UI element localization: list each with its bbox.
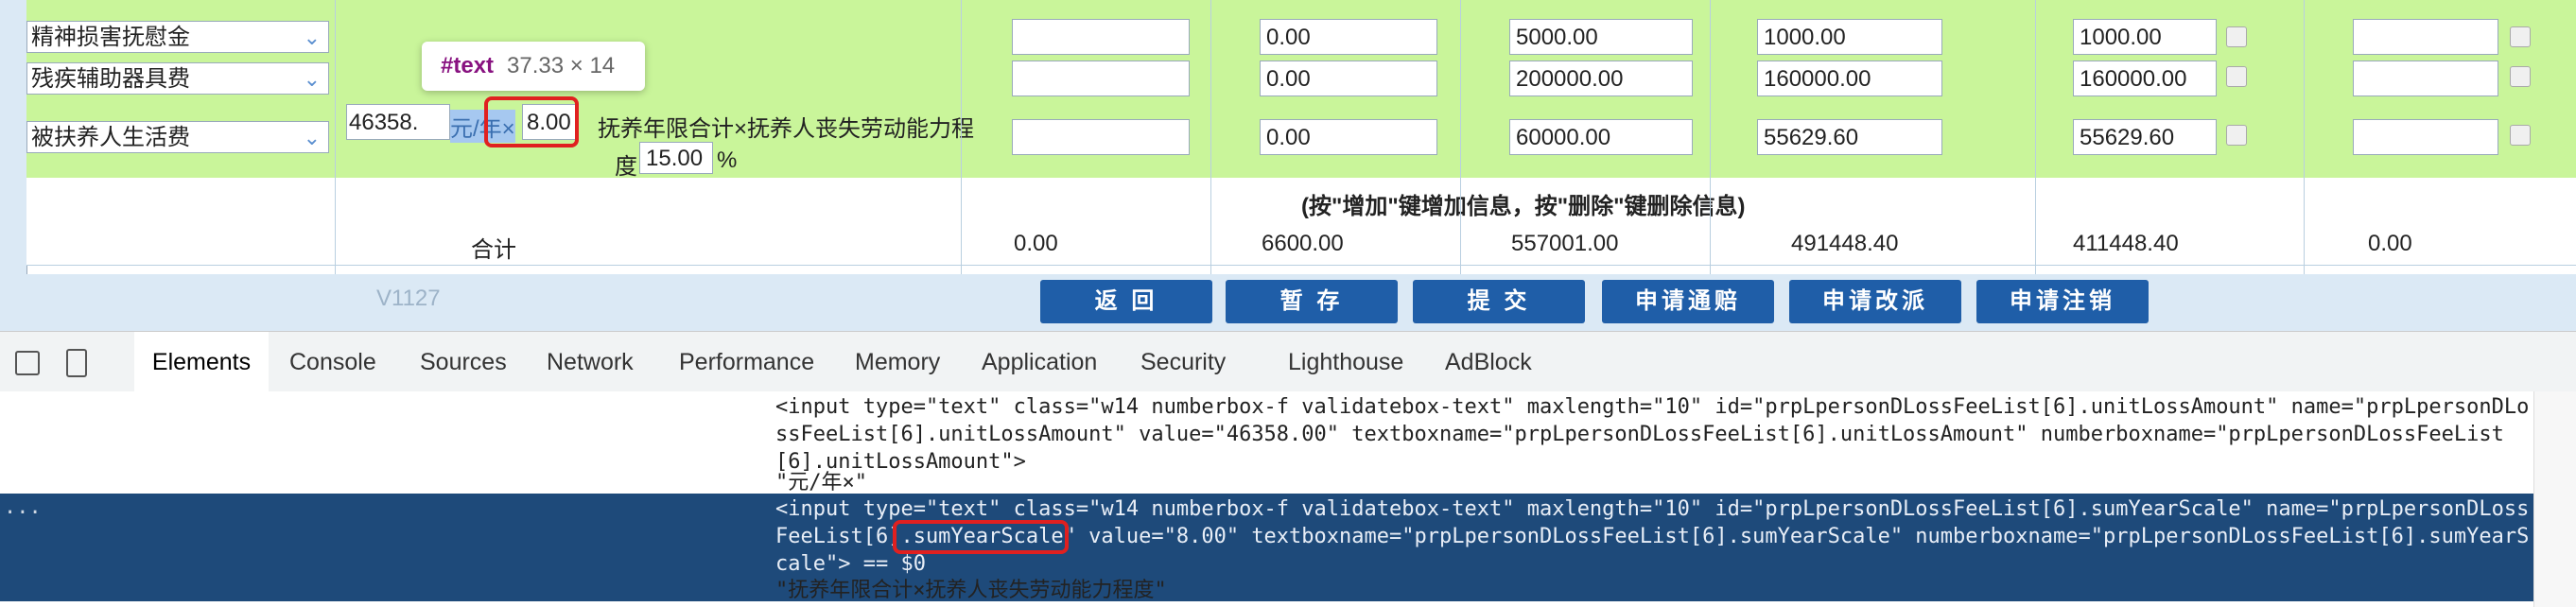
chevron-down-icon: ⌄	[303, 67, 321, 91]
percent-sign: %	[717, 147, 738, 173]
fee-type-value: 被扶养人生活费	[31, 125, 190, 150]
amount-input[interactable]: 60000.00	[1509, 119, 1693, 155]
fee-type-select[interactable]: 精神损害抚慰金 ⌄	[26, 21, 329, 53]
version-label: V1127	[376, 286, 441, 311]
request-general-compensation-button[interactable]: 申请通赔	[1602, 280, 1774, 323]
tab-sources[interactable]: Sources	[420, 332, 507, 392]
amount-input[interactable]: 1000.00	[1757, 19, 1942, 55]
elements-panel: ... <input type="text" class="w14 number…	[0, 391, 2576, 607]
tab-memory[interactable]: Memory	[855, 332, 940, 392]
total-value: 411448.40	[2073, 231, 2179, 256]
table-row: 被扶养人生活费 ⌄ 46358. 元/年× 8.00 抚养年限合计×抚养人丧失劳动…	[26, 100, 2576, 180]
save-draft-button[interactable]: 暂 存	[1226, 280, 1398, 323]
amount-input[interactable]: 55629.60	[2073, 119, 2217, 155]
fee-type-select[interactable]: 残疾辅助器具费 ⌄	[26, 62, 329, 95]
devtools-tabbar: Elements Console Sources Network Perform…	[0, 331, 2576, 393]
row-checkbox[interactable]	[2510, 26, 2531, 47]
amount-input[interactable]: 5000.00	[1509, 19, 1693, 55]
amount-input[interactable]	[2353, 119, 2498, 155]
request-reassign-button[interactable]: 申请改派	[1789, 280, 1961, 323]
row-checkbox[interactable]	[2226, 66, 2247, 87]
total-label: 合计	[471, 237, 516, 263]
table-row: 残疾辅助器具费 ⌄ 0.00 200000.00 160000.00 160000…	[26, 59, 2576, 101]
code-line-selected[interactable]: cale"> == $0	[775, 550, 926, 578]
fee-type-value: 残疾辅助器具费	[31, 66, 190, 92]
formula-text-end: 度	[615, 154, 637, 180]
tab-elements[interactable]: Elements	[134, 332, 269, 392]
unit-loss-amount-input[interactable]: 46358.	[346, 104, 450, 140]
tooltip-tag: #text	[441, 53, 495, 78]
tab-performance[interactable]: Performance	[679, 332, 814, 392]
submit-button[interactable]: 提 交	[1413, 280, 1585, 323]
total-value: 6600.00	[1262, 231, 1344, 256]
highlight-box	[893, 520, 1069, 554]
tooltip-dims: 37.33 × 14	[507, 53, 616, 78]
code-line[interactable]: "元/年×"	[775, 469, 867, 496]
hint-text: (按"增加"键增加信息，按"删除"键删除信息)	[1301, 194, 1746, 219]
tab-console[interactable]: Console	[289, 332, 376, 392]
tab-adblock[interactable]: AdBlock	[1445, 332, 1532, 392]
row-checkbox[interactable]	[2226, 125, 2247, 146]
amount-input[interactable]: 160000.00	[1757, 61, 1942, 96]
device-toggle-icon[interactable]	[66, 349, 87, 377]
amount-input[interactable]: 0.00	[1260, 19, 1437, 55]
highlight-box	[484, 96, 579, 147]
column-divider	[1710, 0, 1711, 274]
total-value: 0.00	[2368, 231, 2412, 256]
table-row: 精神损害抚慰金 ⌄ 0.00 5000.00 1000.00 1000.00	[26, 15, 2576, 60]
code-line[interactable]: ssFeeList[6].unitLossAmount" value="4635…	[775, 421, 2504, 448]
chevron-down-icon: ⌄	[303, 126, 321, 149]
total-value: 491448.40	[1791, 231, 1899, 256]
tab-security[interactable]: Security	[1140, 332, 1226, 392]
column-divider	[1210, 0, 1211, 274]
scrollbar[interactable]	[2533, 391, 2576, 607]
percent-input[interactable]: 15.00	[639, 142, 713, 174]
hint-row: (按"增加"键增加信息，按"删除"键删除信息)	[26, 178, 2576, 224]
amount-input[interactable]	[1012, 119, 1190, 155]
column-divider	[1460, 0, 1461, 274]
tab-lighthouse[interactable]: Lighthouse	[1288, 332, 1403, 392]
amount-input[interactable]: 55629.60	[1757, 119, 1942, 155]
column-divider	[961, 0, 962, 274]
total-value: 0.00	[1014, 231, 1058, 256]
fee-type-select[interactable]: 被扶养人生活费 ⌄	[26, 121, 329, 153]
row-checkbox[interactable]	[2510, 125, 2531, 146]
table-row-partial	[26, 0, 2576, 16]
column-divider	[2035, 0, 2036, 274]
fee-type-value: 精神损害抚慰金	[31, 25, 190, 50]
amount-input[interactable]: 160000.00	[2073, 61, 2217, 96]
inspect-tooltip: #text 37.33 × 14	[422, 42, 645, 91]
row-checkbox[interactable]	[2510, 66, 2531, 87]
amount-input[interactable]: 0.00	[1260, 61, 1437, 96]
tab-network[interactable]: Network	[547, 332, 634, 392]
column-divider	[2304, 0, 2305, 274]
total-row: 合计 0.00 6600.00 557001.00 491448.40 4114…	[26, 223, 2576, 266]
column-divider	[335, 0, 336, 274]
app-area: 精神损害抚慰金 ⌄ 0.00 5000.00 1000.00 1000.00 残疾…	[0, 0, 2576, 331]
code-line[interactable]: "抚养年限合计×抚养人丧失劳动能力程度"	[775, 577, 1167, 604]
code-line[interactable]: <input type="text" class="w14 numberbox-…	[775, 393, 2529, 421]
formula-text: 抚养年限合计×抚养人丧失劳动能力程	[598, 116, 975, 142]
return-button[interactable]: 返 回	[1040, 280, 1212, 323]
request-cancel-button[interactable]: 申请注销	[1976, 280, 2149, 323]
inspect-element-icon[interactable]	[15, 351, 40, 375]
total-value: 557001.00	[1511, 231, 1619, 256]
amount-input[interactable]: 200000.00	[1509, 61, 1693, 96]
amount-input[interactable]	[2353, 19, 2498, 55]
amount-input[interactable]	[1012, 19, 1190, 55]
code-line-selected[interactable]: <input type="text" class="w14 numberbox-…	[775, 495, 2529, 523]
row-checkbox[interactable]	[2226, 26, 2247, 47]
amount-input[interactable]	[2353, 61, 2498, 96]
amount-input[interactable]: 1000.00	[2073, 19, 2217, 55]
amount-input[interactable]: 0.00	[1260, 119, 1437, 155]
node-options-dots[interactable]: ...	[4, 495, 42, 519]
tab-application[interactable]: Application	[982, 332, 1097, 392]
amount-input[interactable]	[1012, 61, 1190, 96]
chevron-down-icon: ⌄	[303, 26, 321, 49]
